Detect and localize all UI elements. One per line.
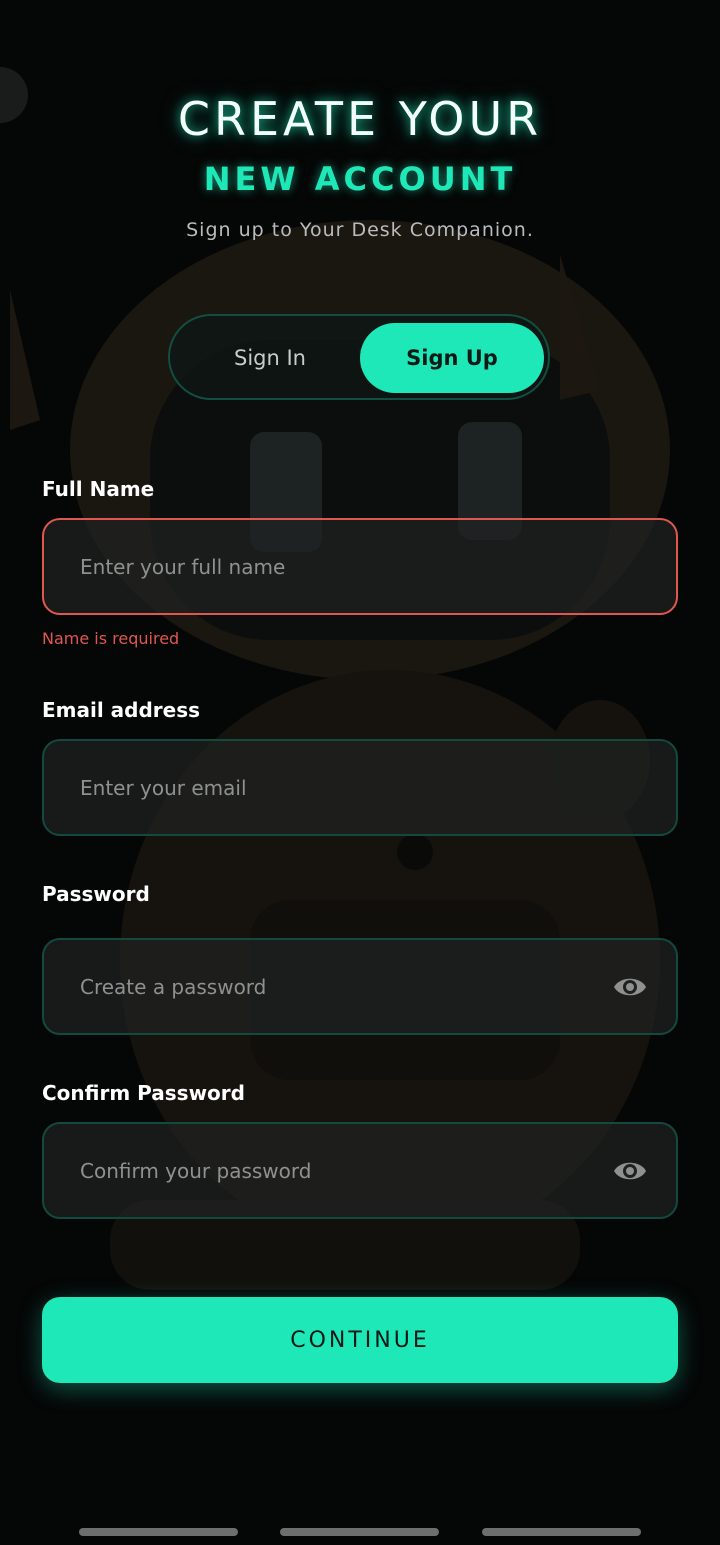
password-input[interactable]: [80, 940, 580, 1033]
continue-button[interactable]: CONTINUE: [42, 1297, 678, 1383]
confirm-password-label: Confirm Password: [42, 1081, 245, 1105]
sign-up-tab[interactable]: Sign Up: [360, 323, 544, 393]
full-name-field: [42, 518, 678, 615]
password-label: Password: [42, 882, 150, 906]
full-name-label: Full Name: [42, 477, 155, 501]
email-field: [42, 739, 678, 836]
page-title-line2: NEW ACCOUNT: [203, 160, 517, 198]
password-field: [42, 938, 678, 1035]
confirm-password-input[interactable]: [80, 1124, 580, 1217]
page-subtitle: Sign up to Your Desk Companion.: [186, 219, 534, 241]
eye-icon[interactable]: [612, 1156, 648, 1186]
sign-in-tab[interactable]: Sign In: [178, 323, 362, 393]
system-nav-back[interactable]: [482, 1528, 641, 1536]
system-nav-home[interactable]: [280, 1528, 439, 1536]
page-title-line1: CREATE YOUR: [177, 92, 543, 146]
full-name-input[interactable]: [80, 520, 580, 613]
email-input[interactable]: [80, 741, 580, 834]
eye-icon[interactable]: [612, 972, 648, 1002]
email-label: Email address: [42, 698, 201, 722]
auth-mode-toggle: Sign In Sign Up: [168, 314, 550, 400]
confirm-password-field: [42, 1122, 678, 1219]
system-nav-recents[interactable]: [79, 1528, 238, 1536]
full-name-error: Name is required: [42, 629, 180, 648]
